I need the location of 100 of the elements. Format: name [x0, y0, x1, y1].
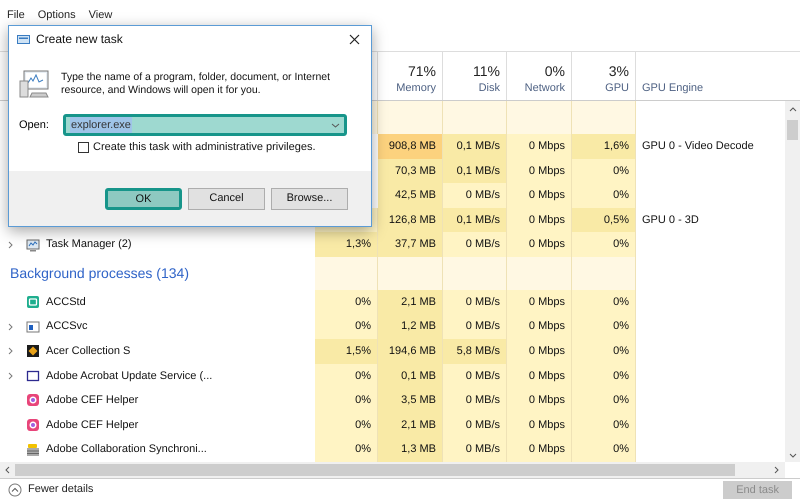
- table-cell: 0%: [315, 290, 378, 314]
- expand-chevron-icon[interactable]: [8, 240, 13, 249]
- colorful-app-icon: [26, 393, 40, 408]
- table-cell: 0,5%: [572, 208, 636, 232]
- diamond-icon: [26, 344, 40, 358]
- table-cell: 0 Mbps: [507, 437, 572, 462]
- horizontal-scrollbar[interactable]: [0, 462, 785, 478]
- close-icon[interactable]: [349, 34, 360, 44]
- table-cell: 908,8 MB: [378, 134, 443, 159]
- dialog-title: Create new task: [36, 31, 123, 48]
- table-cell: 70,3 MB: [378, 158, 443, 184]
- table-cell: 0%: [572, 314, 636, 340]
- table-cell: 0%: [572, 290, 636, 314]
- table-cell: [572, 256, 636, 290]
- fewer-details-link[interactable]: Fewer details: [28, 481, 94, 498]
- open-combo-field[interactable]: explorer.exe: [63, 114, 347, 136]
- process-name[interactable]: Adobe Collaboration Synchroni...: [46, 441, 207, 458]
- scroll-up-icon[interactable]: [788, 107, 796, 112]
- table-cell: 126,8 MB: [378, 208, 443, 232]
- table-cell: [378, 256, 443, 290]
- process-name[interactable]: Adobe CEF Helper: [46, 392, 138, 409]
- box-icon: [26, 442, 40, 457]
- table-cell: 0 Mbps: [507, 364, 572, 388]
- process-name[interactable]: ACCStd: [46, 294, 86, 310]
- table-cell: 3,5 MB: [378, 388, 443, 413]
- table-cell: 1,3 MB: [378, 437, 443, 462]
- window-app-icon: [17, 34, 30, 44]
- process-name[interactable]: Adobe CEF Helper: [46, 416, 138, 434]
- expand-chevron-icon[interactable]: [8, 347, 13, 356]
- table-cell: 0,1 MB/s: [443, 158, 507, 184]
- table-cell: [507, 256, 572, 290]
- table-cell: 0 Mbps: [507, 232, 572, 257]
- table-cell: 2,1 MB: [378, 290, 443, 314]
- cancel-button[interactable]: Cancel: [188, 188, 265, 210]
- table-cell: 0 MB/s: [443, 183, 507, 208]
- table-cell: 0%: [572, 232, 636, 257]
- expand-chevron-icon[interactable]: [8, 322, 13, 331]
- computer-monitor-icon: [19, 69, 51, 99]
- table-cell: 0%: [315, 364, 378, 388]
- ok-button[interactable]: OK: [105, 188, 182, 210]
- table-cell: 0%: [572, 437, 636, 462]
- process-name[interactable]: Adobe Acrobat Update Service (...: [46, 368, 212, 384]
- table-cell: 0%: [572, 339, 636, 364]
- table-cell: 0 MB/s: [443, 290, 507, 314]
- table-cell: [443, 101, 507, 134]
- table-cell: 0 Mbps: [507, 314, 572, 340]
- table-cell: 0 MB/s: [443, 232, 507, 257]
- expand-chevron-icon[interactable]: [8, 372, 13, 380]
- table-cell: 0%: [572, 364, 636, 388]
- column-header[interactable]: GPU Engine: [636, 52, 785, 100]
- table-cell: 0 Mbps: [507, 208, 572, 232]
- scroll-thumb[interactable]: [15, 464, 735, 476]
- window-icon: [26, 320, 40, 334]
- table-cell: 0 Mbps: [507, 134, 572, 159]
- menu-item[interactable]: File: [7, 6, 25, 24]
- table-cell: 0,1 MB: [378, 364, 443, 388]
- table-cell: 1,6%: [572, 134, 636, 159]
- dialog-message: Type the name of a program, folder, document, or Internet resource, and Windows will open it for you.: [61, 71, 332, 97]
- table-cell: 0 MB/s: [443, 364, 507, 388]
- vertical-scrollbar[interactable]: [785, 101, 800, 462]
- admin-checkbox-label: Create this task with administrative privileges.: [93, 140, 316, 155]
- table-cell: 0%: [315, 412, 378, 438]
- browse-button[interactable]: Browse...: [271, 188, 348, 210]
- table-cell: 0 Mbps: [507, 412, 572, 438]
- dropdown-caret-icon[interactable]: [331, 122, 340, 128]
- menu-item[interactable]: Options: [38, 6, 76, 24]
- table-cell: 0%: [315, 437, 378, 462]
- menu-item[interactable]: View: [88, 6, 112, 24]
- window-icon: [26, 368, 40, 383]
- table-cell: 1,3%: [315, 232, 378, 257]
- table-cell: 0%: [572, 158, 636, 184]
- colorful-app-icon: [26, 418, 40, 432]
- table-cell: 0 Mbps: [507, 339, 572, 364]
- process-name[interactable]: ACCSvc: [46, 318, 88, 335]
- process-name[interactable]: Acer Collection S: [46, 343, 130, 360]
- table-cell: 0%: [572, 183, 636, 208]
- table-cell-text: GPU 0 - Video Decode: [642, 139, 754, 154]
- table-cell: 0 MB/s: [443, 314, 507, 340]
- scroll-down-icon[interactable]: [788, 453, 796, 458]
- table-cell: 0%: [572, 412, 636, 438]
- app-icon: [26, 295, 40, 310]
- scroll-right-icon[interactable]: [774, 466, 779, 474]
- table-cell: 0 MB/s: [443, 437, 507, 462]
- scroll-thumb[interactable]: [787, 120, 798, 140]
- table-cell: [507, 101, 572, 134]
- table-cell: 194,6 MB: [378, 339, 443, 364]
- table-cell: [572, 101, 636, 134]
- scroll-left-icon[interactable]: [5, 466, 10, 474]
- open-label: Open:: [19, 118, 50, 133]
- table-cell: 0 Mbps: [507, 183, 572, 208]
- table-cell: 0 Mbps: [507, 388, 572, 413]
- table-cell: 0 Mbps: [507, 158, 572, 184]
- table-cell: 37,7 MB: [378, 232, 443, 257]
- table-cell: 1,2 MB: [378, 314, 443, 340]
- table-cell: 0 Mbps: [507, 290, 572, 314]
- table-cell-text: GPU 0 - 3D: [642, 212, 699, 228]
- table-cell: [443, 256, 507, 290]
- admin-checkbox[interactable]: [78, 142, 89, 153]
- process-name[interactable]: Task Manager (2): [46, 236, 132, 253]
- collapse-up-icon[interactable]: [8, 482, 22, 496]
